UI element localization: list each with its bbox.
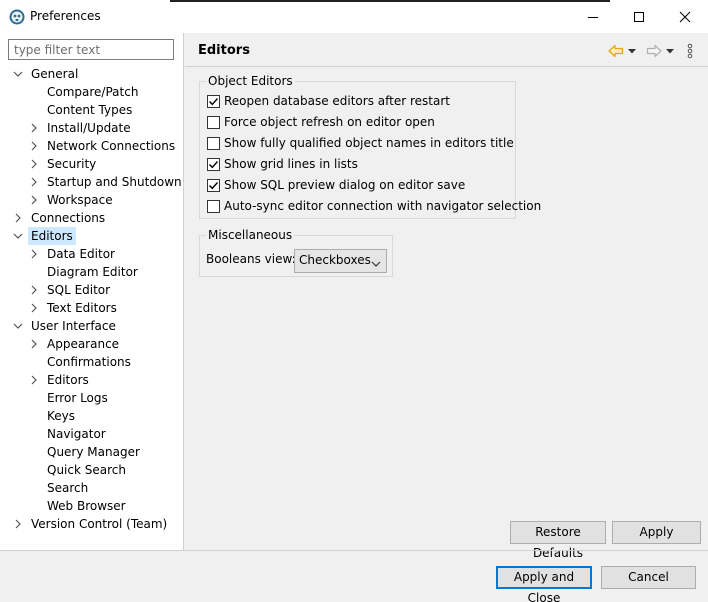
chevron-right-icon[interactable] (12, 209, 24, 227)
tree-item-label: Keys (47, 409, 76, 423)
window-title: Preferences (30, 9, 101, 23)
maximize-icon (634, 11, 644, 22)
tree-item-label: Editors (47, 373, 89, 387)
tree-item-label: Navigator (47, 427, 106, 441)
chevron-right-icon[interactable] (28, 155, 40, 173)
tree-item-label: Network Connections (47, 139, 176, 153)
tree-item-label: Query Manager (47, 445, 140, 459)
restore-defaults-button[interactable]: Restore Defaults (510, 521, 606, 560)
chevron-right-icon[interactable] (28, 371, 40, 389)
dbeaver-app-icon (9, 9, 25, 25)
page-title: Editors (198, 43, 250, 58)
cancel-button[interactable]: Cancel (601, 566, 696, 589)
chevron-right-icon[interactable] (28, 191, 40, 209)
option-label: Show SQL preview dialog on editor save (224, 178, 466, 192)
option-label: Reopen database editors after restart (224, 94, 450, 108)
tree-item-label: SQL Editor (47, 283, 111, 297)
tree-item-label: Compare/Patch (47, 85, 139, 99)
back-arrow-icon[interactable] (607, 41, 625, 61)
chevron-down-icon (371, 257, 381, 271)
object-editors-group-label: Object Editors (206, 74, 295, 88)
preferences-sidebar: General Compare/Patch Content Types Install… (0, 33, 184, 550)
option-label: Auto-sync editor connection with navigat… (224, 199, 542, 213)
forward-arrow-icon[interactable] (645, 41, 663, 61)
apply-and-close-button[interactable]: Apply and Close (496, 566, 592, 602)
chevron-down-icon[interactable] (12, 65, 24, 83)
footer-separator (0, 550, 708, 551)
tree-item-label: Search (47, 481, 89, 495)
chevron-right-icon[interactable] (28, 299, 40, 317)
checkbox-unchecked-icon[interactable] (207, 200, 220, 213)
checkbox-checked-icon[interactable] (207, 179, 220, 192)
forward-dropdown-icon[interactable] (665, 41, 675, 61)
maximize-button[interactable] (616, 0, 662, 33)
tree-item-label: Editors (28, 227, 76, 245)
chevron-down-icon[interactable] (12, 227, 24, 245)
checkbox-unchecked-icon[interactable] (207, 137, 220, 150)
chevron-right-icon[interactable] (28, 281, 40, 299)
option-label: Show fully qualified object names in edi… (224, 136, 514, 150)
object-editors-group: Object Editors Reopen database editors a… (199, 74, 541, 219)
miscellaneous-group: Miscellaneous Booleans view: Checkboxes (199, 228, 393, 277)
close-icon (679, 11, 691, 22)
booleans-view-select[interactable]: Checkboxes (294, 249, 387, 273)
back-dropdown-icon[interactable] (627, 41, 637, 61)
checkbox-checked-icon[interactable] (207, 95, 220, 108)
tree-item-label: Content Types (47, 103, 133, 117)
tree-item-label: Startup and Shutdown (47, 175, 182, 189)
tree-item-label: Web Browser (47, 499, 126, 513)
tree-item-label: Install/Update (47, 121, 131, 135)
tree-item-label: General (31, 67, 79, 81)
chevron-right-icon[interactable] (12, 515, 24, 533)
option-label: Force object refresh on editor open (224, 115, 435, 129)
tree-item-label: User Interface (31, 319, 116, 333)
chevron-right-icon[interactable] (28, 119, 40, 137)
page-navigation-toolbar (603, 41, 703, 61)
tree-item-label: Error Logs (47, 391, 108, 405)
view-menu-icon[interactable] (685, 41, 695, 61)
tree-item-label: Text Editors (47, 301, 117, 315)
tree-item-label: Workspace (47, 193, 113, 207)
preferences-content: Editors Object Editors Reopen database e… (185, 33, 708, 560)
chevron-right-icon[interactable] (28, 137, 40, 155)
option-label: Show grid lines in lists (224, 157, 358, 171)
tree-item-label: Diagram Editor (47, 265, 138, 279)
close-button[interactable] (662, 0, 708, 33)
checkbox-checked-icon[interactable] (207, 158, 220, 171)
booleans-view-label: Booleans view: (206, 252, 296, 266)
tree-item-label: Security (47, 157, 97, 171)
chevron-right-icon[interactable] (28, 335, 40, 353)
miscellaneous-group-label: Miscellaneous (206, 228, 295, 242)
apply-button[interactable]: Apply (612, 521, 701, 544)
title-bar: Preferences (0, 0, 708, 33)
background-window-edge (170, 0, 610, 2)
tree-item-label: Version Control (Team) (31, 517, 168, 531)
chevron-right-icon[interactable] (28, 245, 40, 263)
booleans-view-value: Checkboxes (299, 253, 371, 267)
checkbox-unchecked-icon[interactable] (207, 116, 220, 129)
tree-item-label: Appearance (47, 337, 120, 351)
chevron-down-icon[interactable] (12, 317, 24, 335)
tree-item-label: Confirmations (47, 355, 131, 369)
tree-item-label: Data Editor (47, 247, 115, 261)
filter-input[interactable] (8, 39, 174, 60)
tree-item-label: Quick Search (47, 463, 126, 477)
minimize-button[interactable] (570, 0, 616, 33)
minimize-icon (588, 16, 598, 18)
tree-item-label: Connections (31, 211, 106, 225)
title-separator (185, 66, 708, 67)
chevron-right-icon[interactable] (28, 173, 40, 191)
